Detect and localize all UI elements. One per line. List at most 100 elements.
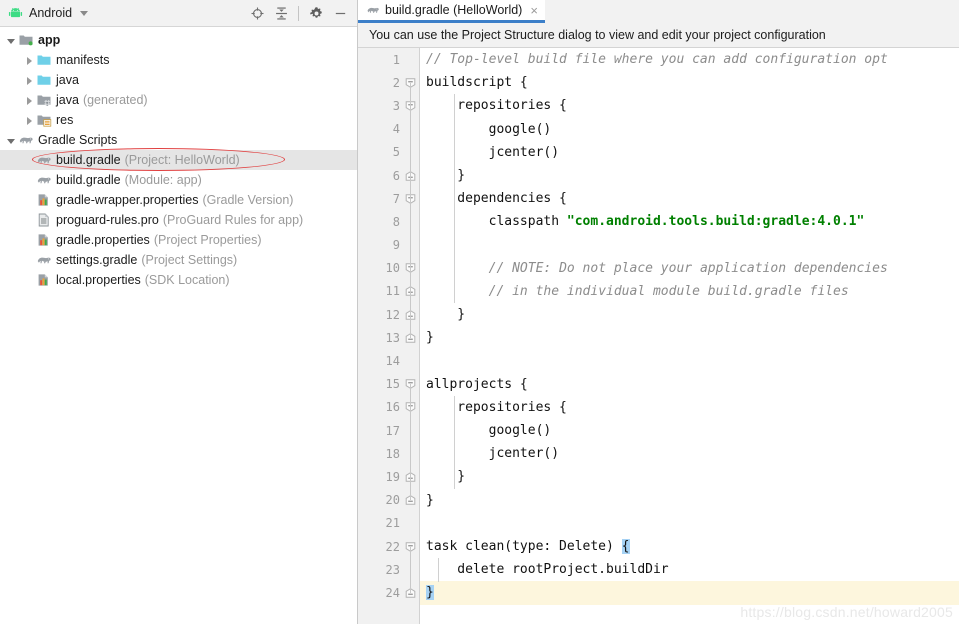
gear-icon[interactable]: [305, 3, 327, 24]
chevron-right-icon[interactable]: [23, 114, 36, 127]
code-line[interactable]: [420, 512, 959, 535]
code-line[interactable]: }: [420, 465, 959, 488]
gradle-elephant-icon: [366, 3, 380, 17]
folder-res-icon: [36, 112, 52, 128]
tree-item-label: res: [56, 113, 74, 127]
line-number: 14: [385, 354, 400, 369]
tree-row[interactable]: gradle-wrapper.properties (Gradle Version…: [0, 190, 357, 210]
editor-gutter[interactable]: 1 2 3 4 5 6 7 8 9 10 11 12 13 14 15 16 17 18 19 20 21 22 23 24: [358, 48, 420, 624]
tree-item-label: gradle-wrapper.properties: [56, 193, 199, 207]
code-token-plain: }: [426, 492, 434, 508]
line-number: 22: [385, 539, 400, 554]
toolbar-separator: [298, 5, 299, 21]
project-view-label: Android: [29, 6, 73, 20]
code-line[interactable]: jcenter(): [420, 141, 959, 164]
chevron-right-icon[interactable]: [23, 94, 36, 107]
chevron-down-icon[interactable]: [80, 10, 89, 16]
chevron-down-icon[interactable]: [5, 34, 18, 47]
code-line[interactable]: [420, 234, 959, 257]
line-number: 3: [392, 98, 400, 113]
code-line[interactable]: }: [420, 489, 959, 512]
tree-item-label: local.properties: [56, 273, 141, 287]
line-number: 8: [392, 214, 400, 229]
line-number: 23: [385, 562, 400, 577]
code-line[interactable]: google(): [420, 118, 959, 141]
code-line[interactable]: }: [420, 164, 959, 187]
chevron-right-icon[interactable]: [23, 54, 36, 67]
code-line[interactable]: allprojects {: [420, 373, 959, 396]
tree-item-sublabel: (generated): [82, 93, 148, 107]
line-number: 15: [385, 377, 400, 392]
tab-build-gradle[interactable]: build.gradle (HelloWorld) ×: [358, 0, 545, 23]
tree-row[interactable]: java: [0, 70, 357, 90]
hide-icon[interactable]: [329, 3, 351, 24]
code-line[interactable]: google(): [420, 419, 959, 442]
code-line[interactable]: // in the individual module build.gradle…: [420, 280, 959, 303]
code-line[interactable]: delete rootProject.buildDir: [420, 558, 959, 581]
tab-title: build.gradle (HelloWorld): [385, 3, 523, 17]
tree-item-label: manifests: [56, 53, 110, 67]
code-token-plain: buildscript {: [426, 75, 528, 91]
notification-text: You can use the Project Structure dialog…: [369, 28, 826, 42]
code-line[interactable]: repositories {: [420, 396, 959, 419]
close-icon[interactable]: ×: [530, 4, 538, 17]
code-token-plain: repositories {: [426, 98, 567, 114]
code-line[interactable]: jcenter(): [420, 442, 959, 465]
code-token-plain: repositories {: [426, 399, 567, 415]
tree-row[interactable]: settings.gradle (Project Settings): [0, 250, 357, 270]
tree-item-label: java: [56, 73, 79, 87]
tree-row[interactable]: manifests: [0, 50, 357, 70]
code-line[interactable]: dependencies {: [420, 187, 959, 210]
code-line[interactable]: classpath "com.android.tools.build:gradl…: [420, 210, 959, 233]
properties-file-icon: [36, 272, 52, 288]
line-number: 4: [392, 122, 400, 137]
tree-row[interactable]: proguard-rules.pro (ProGuard Rules for ap…: [0, 210, 357, 230]
project-tree[interactable]: app manifests java java (generated) res Gradle…: [0, 27, 357, 290]
android-robot-icon: [8, 6, 23, 21]
code-line[interactable]: }: [420, 581, 959, 605]
line-number: 9: [392, 238, 400, 253]
folder-blue-icon: [36, 72, 52, 88]
gradle-elephant-icon: [36, 152, 52, 168]
fold-guide-line: [410, 546, 411, 594]
chevron-right-icon[interactable]: [23, 74, 36, 87]
tree-item-label: app: [38, 33, 61, 47]
code-line[interactable]: }: [420, 326, 959, 349]
code-token-plain: }: [426, 469, 466, 485]
code-line[interactable]: }: [420, 303, 959, 326]
code-token-comment: // in the individual module build.gradle…: [488, 283, 849, 299]
code-editor[interactable]: 1 2 3 4 5 6 7 8 9 10 11 12 13 14 15 16 17 18 19 20 21 22 23 24 …: [358, 48, 959, 624]
tree-row[interactable]: build.gradle (Module: app): [0, 170, 357, 190]
project-view-switcher[interactable]: Android: [8, 6, 89, 21]
project-panel-header: Android: [0, 0, 357, 27]
select-opened-file-icon[interactable]: [246, 3, 268, 24]
line-number: 6: [392, 168, 400, 183]
chevron-down-icon[interactable]: [5, 134, 18, 147]
tree-item-label: proguard-rules.pro: [56, 213, 159, 227]
tree-row[interactable]: gradle.properties (Project Properties): [0, 230, 357, 250]
code-content[interactable]: // Top-level build file where you can ad…: [420, 48, 959, 624]
tree-item-label: java: [56, 93, 79, 107]
tree-row[interactable]: local.properties (SDK Location): [0, 270, 357, 290]
code-line[interactable]: buildscript {: [420, 71, 959, 94]
tree-row[interactable]: res: [0, 110, 357, 130]
tree-row[interactable]: java (generated): [0, 90, 357, 110]
code-line[interactable]: // Top-level build file where you can ad…: [420, 48, 959, 71]
tree-row[interactable]: Gradle Scripts: [0, 130, 357, 150]
code-token-plain: }: [426, 330, 434, 346]
code-token-plain: jcenter(): [426, 144, 560, 160]
folder-generated-icon: [36, 92, 52, 108]
collapse-all-icon[interactable]: [270, 3, 292, 24]
line-number: 12: [385, 307, 400, 322]
code-line[interactable]: [420, 349, 959, 372]
code-line[interactable]: // NOTE: Do not place your application d…: [420, 257, 959, 280]
tree-row[interactable]: app: [0, 30, 357, 50]
indent-guide: [454, 187, 455, 304]
code-line[interactable]: task clean(type: Delete) {: [420, 535, 959, 558]
code-token-plain: google(): [426, 121, 552, 137]
code-line[interactable]: repositories {: [420, 94, 959, 117]
tree-row-selected[interactable]: build.gradle (Project: HelloWorld): [0, 150, 357, 170]
folder-blue-icon: [36, 52, 52, 68]
